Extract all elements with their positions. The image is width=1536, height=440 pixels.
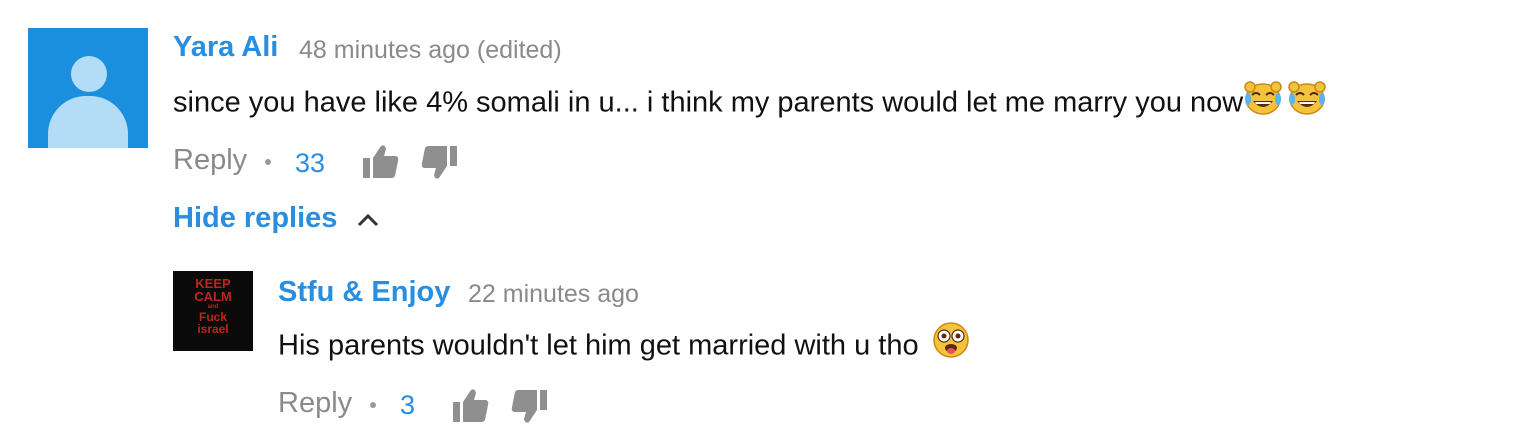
like-count: 3 bbox=[400, 390, 416, 420]
tears-of-joy-icon bbox=[1287, 77, 1327, 125]
reply-button[interactable]: Reply bbox=[173, 144, 247, 177]
thumbs-down-icon[interactable] bbox=[510, 388, 548, 429]
flushed-tongue-icon bbox=[931, 320, 971, 368]
thumbs-down-icon[interactable] bbox=[420, 144, 458, 185]
hide-replies-label: Hide replies bbox=[173, 202, 338, 234]
reply-author[interactable]: Stfu & Enjoy bbox=[278, 276, 450, 309]
separator-dot bbox=[265, 159, 271, 165]
comment-timestamp[interactable]: 48 minutes ago (edited) bbox=[299, 36, 562, 65]
avatar-text-line: israel bbox=[197, 322, 229, 336]
comment-author[interactable]: Yara Ali bbox=[173, 31, 278, 64]
avatar-text-line: CALM bbox=[194, 289, 232, 304]
comment-text: since you have like 4% somali in u... i … bbox=[173, 81, 1327, 125]
like-count: 33 bbox=[295, 148, 326, 178]
reply-text: His parents wouldn't let him get married… bbox=[278, 322, 971, 368]
avatar[interactable] bbox=[28, 28, 148, 148]
reply-text-body: His parents wouldn't let him get married… bbox=[278, 329, 919, 362]
avatar-head-shape bbox=[71, 56, 107, 92]
avatar[interactable]: KEEP CALM and Fuck israel bbox=[173, 271, 253, 351]
tears-of-joy-icon bbox=[1243, 77, 1283, 125]
separator-dot bbox=[370, 402, 376, 408]
thumbs-up-icon[interactable] bbox=[362, 144, 400, 185]
avatar-body-shape bbox=[48, 96, 128, 148]
hide-replies-button[interactable]: Hide replies bbox=[173, 202, 379, 236]
reply-button[interactable]: Reply bbox=[278, 387, 352, 420]
chevron-up-icon bbox=[357, 203, 379, 236]
thumbs-up-icon[interactable] bbox=[452, 388, 490, 429]
comment-text-body: since you have like 4% somali in u... i … bbox=[173, 86, 1244, 119]
reply-timestamp[interactable]: 22 minutes ago bbox=[468, 280, 639, 309]
